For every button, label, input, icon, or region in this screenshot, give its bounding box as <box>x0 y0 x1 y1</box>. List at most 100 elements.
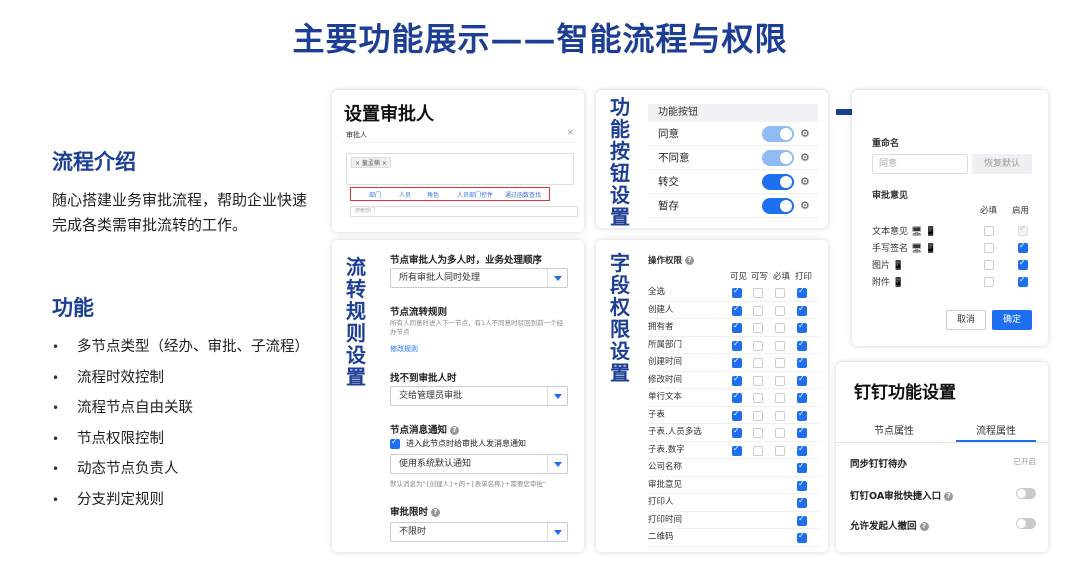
limit-select[interactable]: 不限时 <box>390 522 568 542</box>
tab-node-properties[interactable]: 节点属性 <box>874 422 914 437</box>
enabled-checkbox[interactable] <box>1018 241 1028 253</box>
help-icon[interactable]: ? <box>919 522 929 531</box>
cancel-button[interactable]: 取消 <box>946 310 986 330</box>
required-checkbox[interactable] <box>775 358 785 368</box>
writable-checkbox[interactable] <box>753 445 763 456</box>
help-icon[interactable]: ? <box>685 256 695 265</box>
reset-default-button[interactable]: 恢复默认 <box>972 154 1032 174</box>
required-checkbox[interactable] <box>775 288 785 298</box>
enabled-checkbox[interactable] <box>1018 258 1028 270</box>
required-checkbox[interactable] <box>775 323 785 333</box>
toggle-disagree[interactable] <box>762 150 794 166</box>
required-checkbox[interactable] <box>984 260 994 270</box>
chevron-down-icon[interactable] <box>547 387 567 405</box>
help-icon[interactable]: ? <box>431 508 441 517</box>
feature-item: 流程节点自由关联 <box>52 397 309 428</box>
notfound-select[interactable]: 交给管理员审批 <box>390 386 568 406</box>
gear-icon[interactable]: ⚙ <box>800 122 810 146</box>
tab-person-dept-control[interactable]: 人员部门控件 <box>457 190 493 199</box>
print-checkbox[interactable] <box>797 531 807 543</box>
print-checkbox[interactable] <box>797 514 807 526</box>
writable-checkbox[interactable] <box>753 305 763 316</box>
print-checkbox[interactable] <box>797 496 807 508</box>
visible-checkbox[interactable] <box>732 286 742 298</box>
visible-checkbox[interactable] <box>732 356 742 368</box>
help-icon[interactable]: ? <box>450 426 460 435</box>
tab-role[interactable]: 角色 <box>427 190 439 199</box>
print-checkbox[interactable] <box>797 426 807 438</box>
print-checkbox[interactable] <box>797 444 807 456</box>
help-icon[interactable]: ? <box>944 492 954 501</box>
order-select[interactable]: 所有审批人同时处理 <box>390 268 568 288</box>
gear-icon[interactable]: ⚙ <box>800 194 810 218</box>
print-checkbox[interactable] <box>797 286 807 298</box>
visible-checkbox[interactable] <box>732 321 742 333</box>
visible-checkbox[interactable] <box>732 444 742 456</box>
rename-input[interactable]: 同意 <box>872 154 968 174</box>
search-department-input[interactable]: 搜索部门 <box>350 206 578 217</box>
notify-checkbox[interactable] <box>390 437 400 449</box>
required-checkbox[interactable] <box>984 226 994 236</box>
print-checkbox[interactable] <box>797 339 807 351</box>
writable-checkbox[interactable] <box>753 375 763 386</box>
visible-checkbox[interactable] <box>732 391 742 403</box>
notify-select[interactable]: 使用系统默认通知 <box>390 454 568 474</box>
approver-tag[interactable]: × 童孟楠 × <box>351 157 391 168</box>
visible-checkbox[interactable] <box>732 374 742 386</box>
toggle-save[interactable] <box>762 198 794 214</box>
toggle-agree[interactable] <box>762 126 794 142</box>
required-checkbox[interactable] <box>984 277 994 287</box>
print-checkbox[interactable] <box>797 461 807 473</box>
tab-function-lookup[interactable]: 通过函数查找 <box>505 190 541 199</box>
required-checkbox[interactable] <box>775 393 785 403</box>
writable-checkbox[interactable] <box>753 393 763 403</box>
writable-checkbox[interactable] <box>753 428 763 438</box>
visible-checkbox[interactable] <box>732 339 742 351</box>
print-checkbox[interactable] <box>797 374 807 386</box>
writable-checkbox[interactable] <box>753 288 763 298</box>
print-checkbox[interactable] <box>797 356 807 368</box>
tab-person[interactable]: 人员 <box>399 190 411 199</box>
visible-checkbox[interactable] <box>732 409 742 421</box>
toggle-transfer[interactable] <box>762 174 794 190</box>
button-row-agree: 同意 ⚙ <box>648 122 818 146</box>
writable-checkbox[interactable] <box>753 410 763 421</box>
visible-checkbox[interactable] <box>732 304 742 316</box>
visible-checkbox[interactable] <box>732 426 742 438</box>
gear-icon[interactable]: ⚙ <box>800 170 810 194</box>
required-checkbox[interactable] <box>775 340 785 351</box>
field-name: 所属部门 <box>648 339 683 350</box>
oa-entry-switch[interactable] <box>1016 488 1036 499</box>
required-checkbox[interactable] <box>775 428 785 438</box>
tab-department[interactable]: 部门 <box>369 190 381 199</box>
print-checkbox[interactable] <box>797 409 807 421</box>
required-checkbox[interactable] <box>775 305 785 316</box>
confirm-button[interactable]: 确定 <box>992 310 1032 330</box>
tab-flow-properties[interactable]: 流程属性 <box>976 422 1016 437</box>
col-required: 必填 <box>773 272 791 282</box>
gear-icon[interactable]: ⚙ <box>800 146 810 170</box>
approver-select-box[interactable]: × 童孟楠 × <box>346 153 574 185</box>
required-checkbox[interactable] <box>775 410 785 421</box>
required-checkbox[interactable] <box>775 375 785 386</box>
writable-checkbox[interactable] <box>753 323 763 333</box>
rename-dialog-card: 重命名 同意 恢复默认 审批意见 必填 启用 文本意见 🖥 📱 手写签名 🖥 📱… <box>852 90 1048 346</box>
chevron-down-icon[interactable] <box>547 455 567 473</box>
required-checkbox[interactable] <box>775 445 785 456</box>
chevron-down-icon[interactable] <box>547 269 567 287</box>
writable-checkbox[interactable] <box>753 340 763 351</box>
chevron-down-icon[interactable] <box>547 523 567 541</box>
enabled-checkbox[interactable] <box>1018 275 1028 287</box>
notify-default-text: 默认消息为"{创建人}+的+{表单名称}+需要您审批" <box>390 480 546 488</box>
close-icon[interactable]: × <box>566 128 574 138</box>
print-checkbox[interactable] <box>797 391 807 403</box>
print-checkbox[interactable] <box>797 479 807 491</box>
writable-checkbox[interactable] <box>753 358 763 368</box>
field-row: 公司名称 <box>648 459 820 477</box>
allow-withdraw-switch[interactable] <box>1016 518 1036 529</box>
modify-rule-link[interactable]: 修改规则 <box>390 344 418 354</box>
required-checkbox[interactable] <box>984 243 994 253</box>
field-name: 创建人 <box>648 304 674 315</box>
print-checkbox[interactable] <box>797 321 807 333</box>
print-checkbox[interactable] <box>797 304 807 316</box>
